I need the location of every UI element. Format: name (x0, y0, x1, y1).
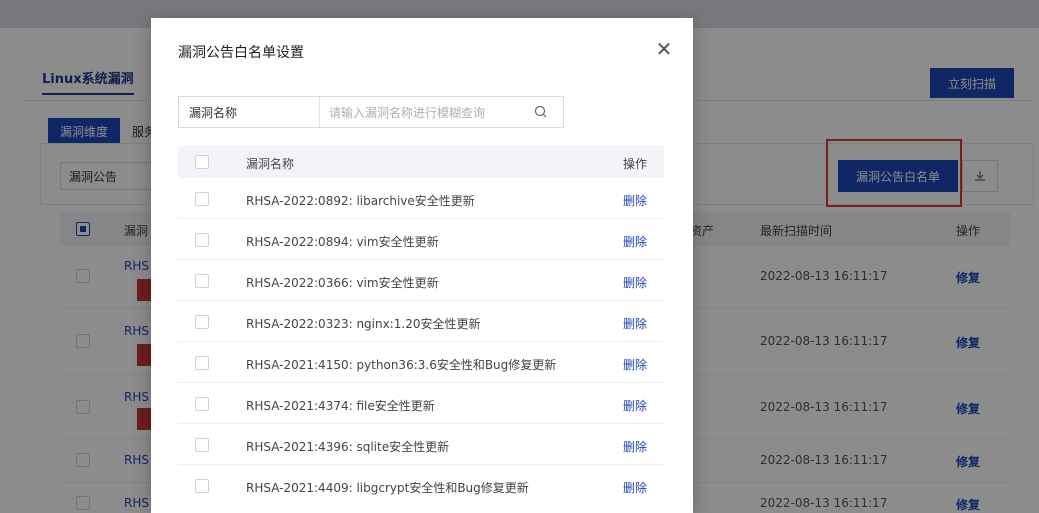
modal-row-divider (178, 341, 664, 342)
modal-row-divider (178, 382, 664, 383)
modal-row-checkbox[interactable] (195, 479, 209, 493)
search-input[interactable] (321, 97, 531, 129)
delete-link[interactable]: 删除 (623, 233, 647, 250)
modal-row-name: RHSA-2022:0892: libarchive安全性更新 (246, 194, 475, 208)
modal-row-name: RHSA-2022:0323: nginx:1.20安全性更新 (246, 317, 481, 331)
modal-header-name: 漏洞名称 (246, 157, 295, 171)
modal-row-divider (178, 464, 664, 465)
modal-title: 漏洞公告白名单设置 (178, 45, 304, 61)
modal-row-name: RHSA-2021:4396: sqlite安全性更新 (246, 440, 450, 454)
modal-row-divider (178, 259, 664, 260)
modal-row-name: RHSA-2022:0366: vim安全性更新 (246, 276, 439, 290)
modal-row-checkbox[interactable] (195, 233, 209, 247)
modal-row-checkbox[interactable] (195, 315, 209, 329)
modal-header-action: 操作 (623, 157, 648, 171)
modal-select-all-checkbox[interactable] (195, 155, 209, 169)
modal-row-checkbox[interactable] (195, 438, 209, 452)
delete-link[interactable]: 删除 (623, 315, 647, 332)
close-icon[interactable]: ✕ (653, 38, 675, 60)
modal-row-checkbox[interactable] (195, 397, 209, 411)
delete-link[interactable]: 删除 (623, 479, 647, 496)
modal-row-name: RHSA-2021:4409: libgcrypt安全性和Bug修复更新 (246, 481, 529, 495)
delete-link[interactable]: 删除 (623, 356, 647, 373)
modal-row-checkbox[interactable] (195, 356, 209, 370)
modal-row-checkbox[interactable] (195, 274, 209, 288)
modal-row-divider (178, 218, 664, 219)
modal-row-checkbox[interactable] (195, 192, 209, 206)
delete-link[interactable]: 删除 (623, 438, 647, 455)
delete-link[interactable]: 删除 (623, 397, 647, 414)
delete-link[interactable]: 删除 (623, 274, 647, 291)
search-field-label[interactable]: 漏洞名称 (179, 97, 320, 127)
search-icon[interactable] (532, 103, 550, 121)
modal-row-name: RHSA-2021:4150: python36:3.6安全性和Bug修复更新 (246, 358, 557, 372)
modal-row-name: RHSA-2022:0894: vim安全性更新 (246, 235, 439, 249)
modal-row-name: RHSA-2021:4374: file安全性更新 (246, 399, 435, 413)
modal-row-divider (178, 300, 664, 301)
modal-row-divider (178, 423, 664, 424)
delete-link[interactable]: 删除 (623, 192, 647, 209)
